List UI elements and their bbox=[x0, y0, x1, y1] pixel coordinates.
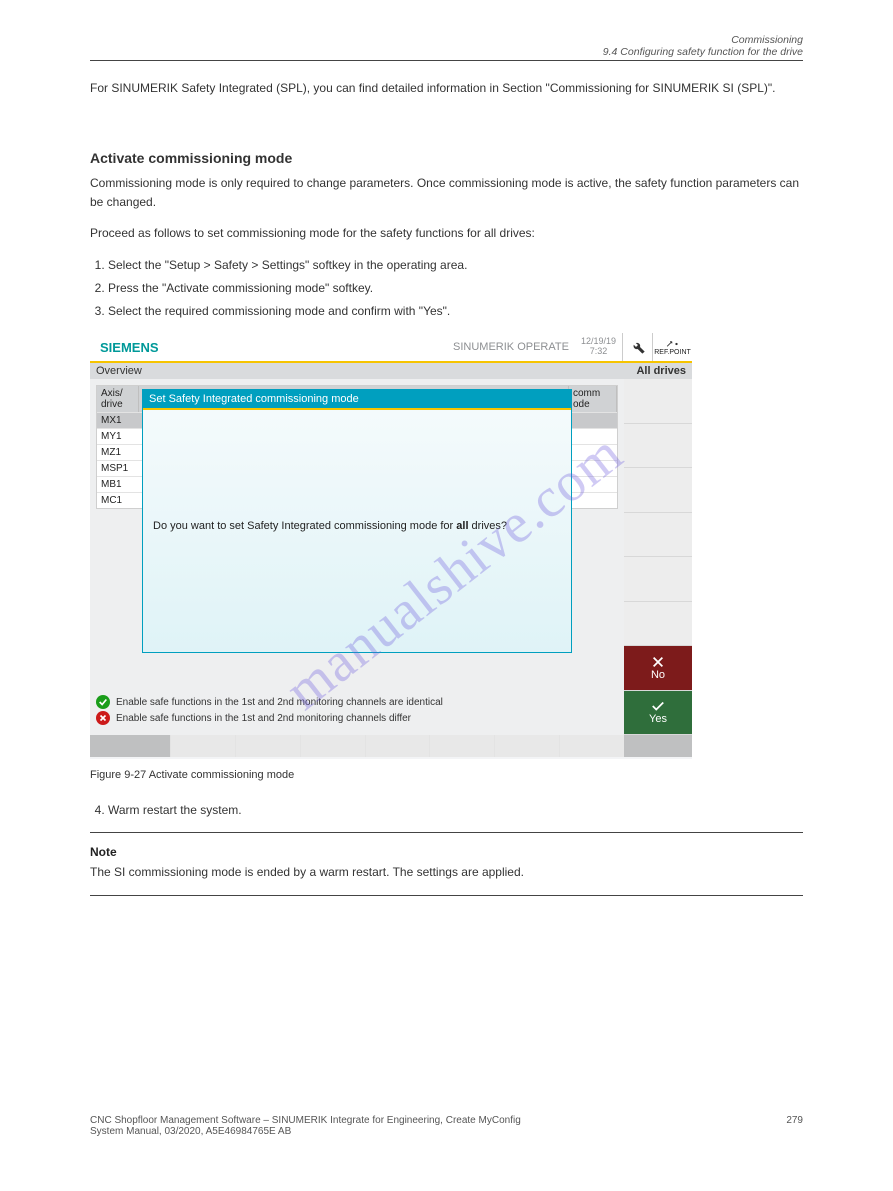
note-rule-top bbox=[90, 832, 803, 833]
refpoint-button[interactable]: REF.POINT bbox=[652, 333, 692, 361]
page-number: 279 bbox=[786, 1115, 803, 1137]
paragraph-1: Commissioning mode is only required to c… bbox=[90, 174, 803, 212]
product-title: SINUMERIK OPERATE bbox=[290, 341, 575, 353]
softkey-empty[interactable] bbox=[300, 735, 365, 757]
dialog-text-post: drives? bbox=[469, 520, 508, 532]
horizontal-softkeys bbox=[90, 735, 692, 757]
list-item: Warm restart the system. bbox=[108, 801, 803, 820]
softkey-empty[interactable] bbox=[235, 735, 300, 757]
softkey-empty[interactable] bbox=[624, 602, 692, 647]
no-label: No bbox=[651, 669, 665, 681]
cross-icon bbox=[96, 711, 110, 725]
softkey-empty[interactable] bbox=[170, 735, 235, 757]
legend-row-err: Enable safe functions in the 1st and 2nd… bbox=[96, 711, 618, 725]
note-body: The SI commissioning mode is ended by a … bbox=[90, 863, 803, 882]
softkey-empty[interactable] bbox=[624, 735, 692, 757]
intro-paragraph: For SINUMERIK Safety Integrated (SPL), y… bbox=[90, 81, 803, 95]
note-label: Note bbox=[90, 845, 803, 859]
softkey-empty[interactable] bbox=[624, 379, 692, 424]
page-footer: CNC Shopfloor Management Software – SINU… bbox=[90, 1115, 803, 1137]
procedure-list-continued: Warm restart the system. bbox=[90, 801, 803, 820]
vertical-softkeys: No Yes bbox=[624, 379, 692, 735]
wrench-icon[interactable] bbox=[622, 333, 652, 361]
brand-logo: SIEMENS bbox=[90, 340, 290, 355]
paragraph-2: Proceed as follows to set commissioning … bbox=[90, 224, 803, 243]
col-comm-mode: comm ode bbox=[569, 386, 617, 412]
header-datetime: 12/19/19 7:32 bbox=[575, 337, 622, 357]
footer-book-title: CNC Shopfloor Management Software – SINU… bbox=[90, 1115, 786, 1126]
section-name: 9.4 Configuring safety function for the … bbox=[603, 46, 803, 58]
subheader-left: Overview bbox=[90, 365, 636, 377]
yes-label: Yes bbox=[649, 713, 667, 725]
footer-doc-id: System Manual, 03/2020, A5E46984765E AB bbox=[90, 1126, 291, 1137]
softkey-empty[interactable] bbox=[494, 735, 559, 757]
softkey-empty[interactable] bbox=[624, 468, 692, 513]
section-heading: Activate commissioning mode bbox=[90, 150, 803, 166]
dialog-text-pre: Do you want to set Safety Integrated com… bbox=[153, 520, 456, 532]
legend-ok-text: Enable safe functions in the 1st and 2nd… bbox=[116, 697, 443, 708]
running-header: Commissioning 9.4 Configuring safety fun… bbox=[603, 34, 803, 58]
header-time: 7:32 bbox=[581, 347, 616, 357]
chapter-name: Commissioning bbox=[603, 34, 803, 46]
hmi-header: SIEMENS SINUMERIK OPERATE 12/19/19 7:32 … bbox=[90, 333, 692, 361]
softkey-empty[interactable] bbox=[624, 557, 692, 602]
softkey-empty[interactable] bbox=[90, 735, 170, 757]
figure-caption: Figure 9-27 Activate commissioning mode bbox=[90, 769, 803, 781]
screenshot-figure: SIEMENS SINUMERIK OPERATE 12/19/19 7:32 … bbox=[90, 333, 692, 759]
check-icon bbox=[96, 695, 110, 709]
softkey-empty[interactable] bbox=[429, 735, 494, 757]
softkey-empty[interactable] bbox=[624, 513, 692, 558]
refpoint-label: REF.POINT bbox=[654, 349, 691, 356]
dialog-text-bold: all bbox=[456, 520, 468, 532]
dialog-title: Set Safety Integrated commissioning mode bbox=[143, 390, 571, 410]
softkey-empty[interactable] bbox=[365, 735, 430, 757]
list-item: Select the "Setup > Safety > Settings" s… bbox=[108, 256, 803, 275]
hmi-main-area: Axis/ drive comm ode MX1 MY1 MZ1 MSP1 MB… bbox=[90, 379, 624, 735]
no-button[interactable]: No bbox=[624, 646, 692, 691]
legend: Enable safe functions in the 1st and 2nd… bbox=[96, 693, 618, 725]
confirmation-dialog: Set Safety Integrated commissioning mode… bbox=[142, 389, 572, 653]
hmi-subheader: Overview All drives bbox=[90, 361, 692, 379]
yes-button[interactable]: Yes bbox=[624, 691, 692, 736]
note-rule-bottom bbox=[90, 895, 803, 896]
softkey-empty[interactable] bbox=[624, 424, 692, 469]
legend-row-ok: Enable safe functions in the 1st and 2nd… bbox=[96, 695, 618, 709]
rule-top bbox=[90, 60, 803, 61]
dialog-body: Do you want to set Safety Integrated com… bbox=[143, 410, 571, 542]
col-axis-drive: Axis/ drive bbox=[97, 386, 139, 412]
procedure-list: Select the "Setup > Safety > Settings" s… bbox=[90, 256, 803, 322]
subheader-right: All drives bbox=[636, 365, 692, 377]
legend-err-text: Enable safe functions in the 1st and 2nd… bbox=[116, 713, 411, 724]
list-item: Select the required commissioning mode a… bbox=[108, 302, 803, 321]
list-item: Press the "Activate commissioning mode" … bbox=[108, 279, 803, 298]
softkey-empty[interactable] bbox=[559, 735, 624, 757]
